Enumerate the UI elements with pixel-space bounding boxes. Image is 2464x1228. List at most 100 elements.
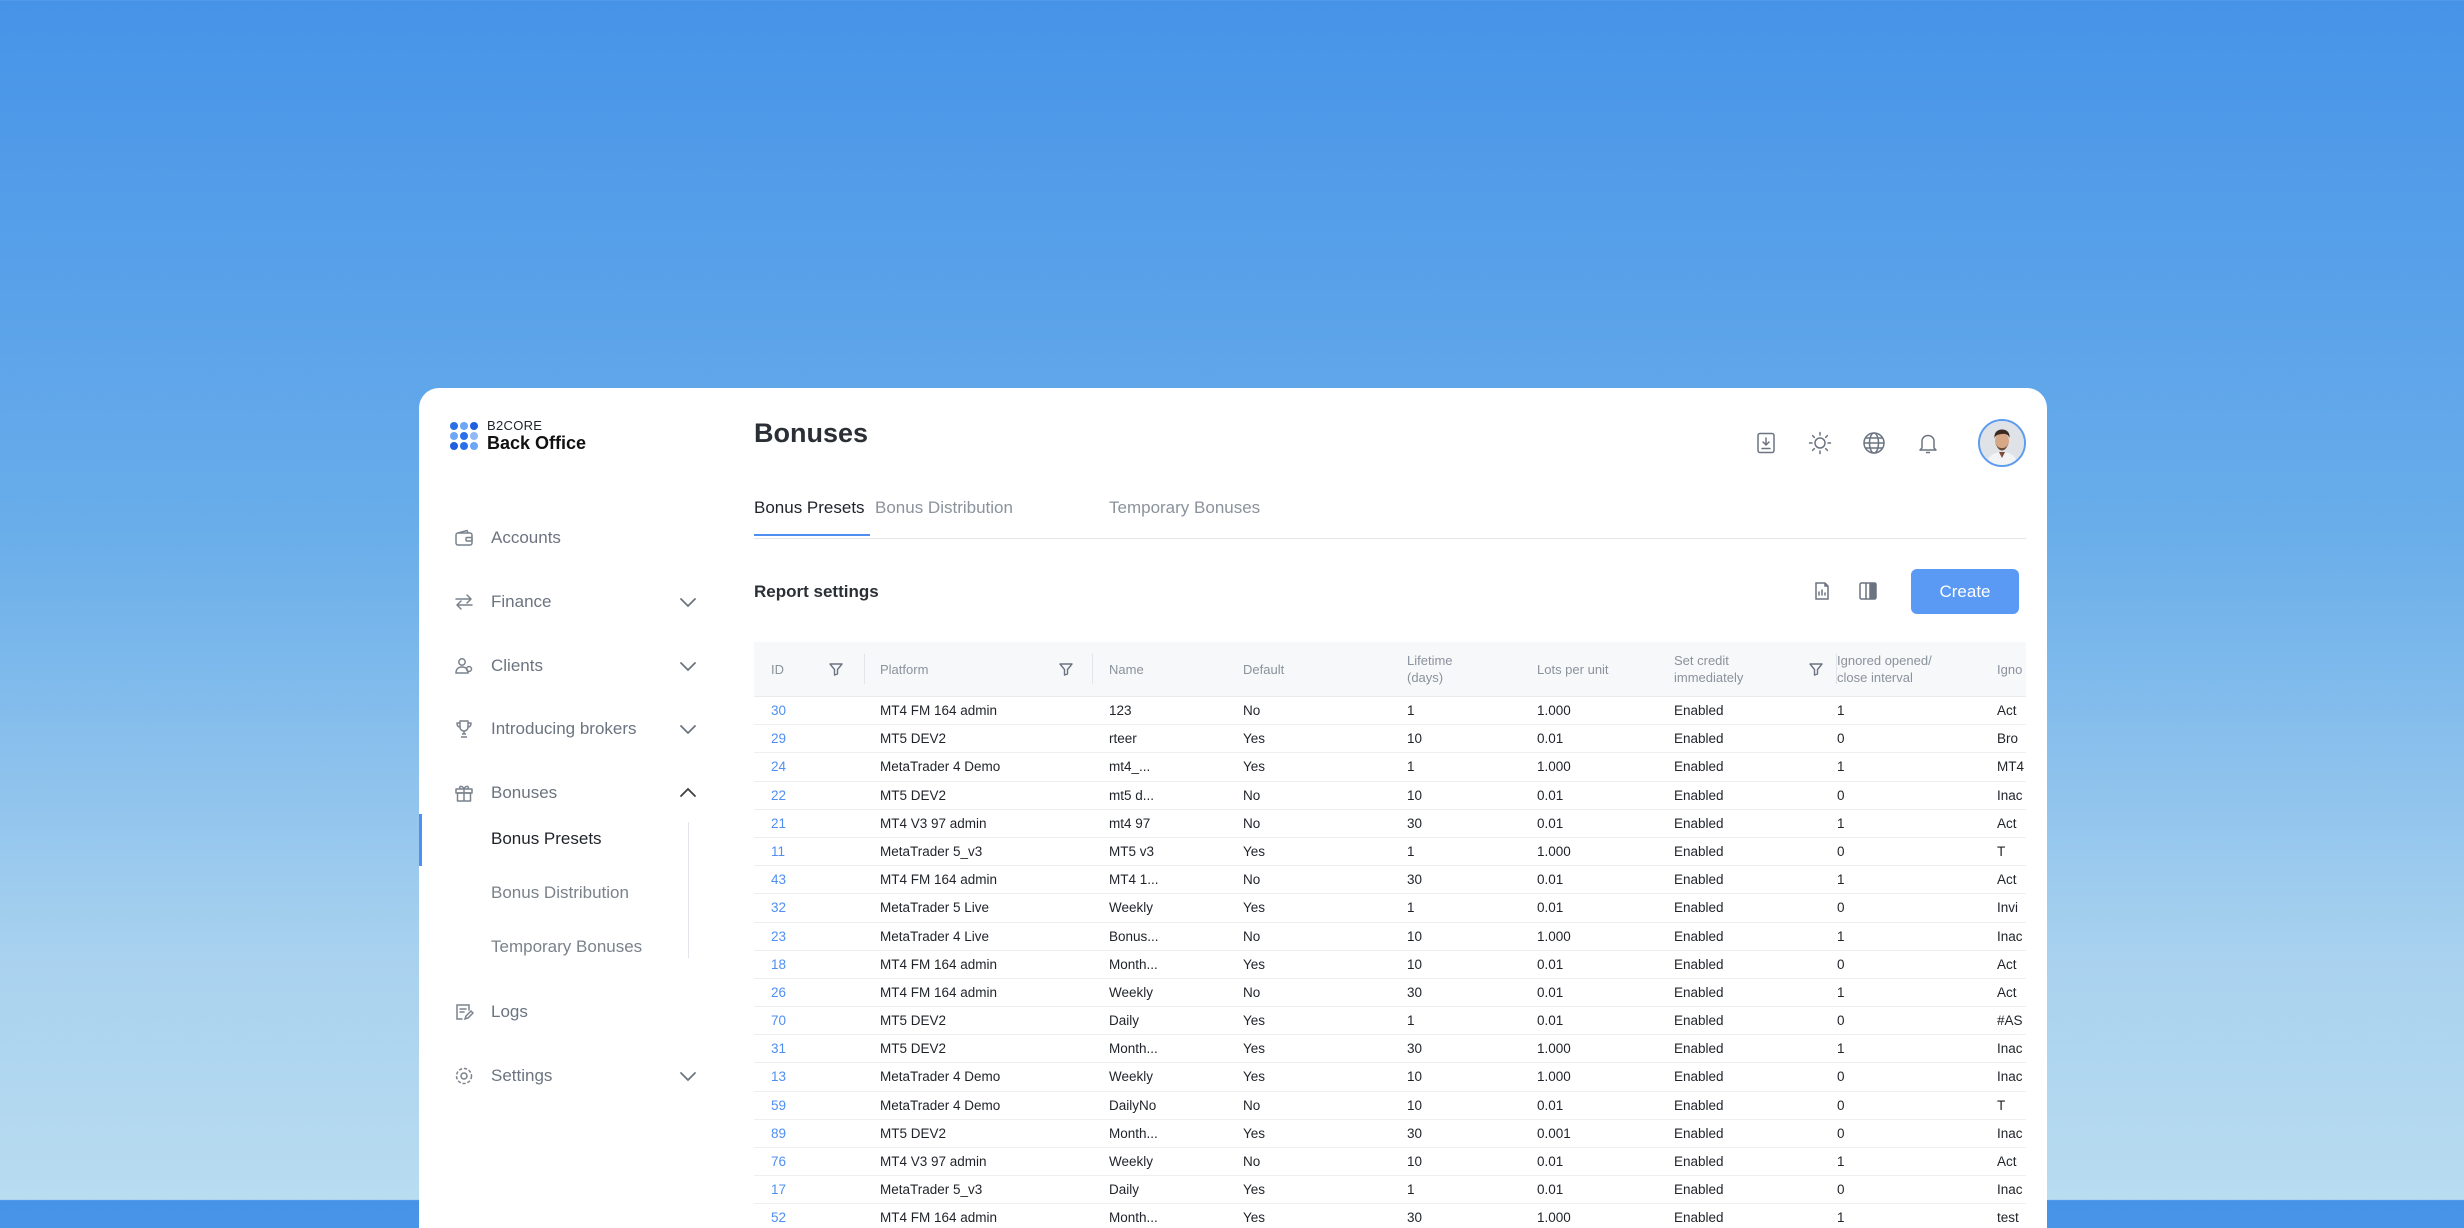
globe-language-icon[interactable]	[1862, 431, 1886, 455]
cell-id[interactable]: 17	[771, 1176, 861, 1203]
table-row[interactable]: 76 MT4 V3 97 admin Weekly No 10 0.01 Enabled 1 A…	[754, 1148, 2026, 1177]
cell-id[interactable]: 29	[771, 725, 861, 752]
filter-icon[interactable]	[828, 661, 844, 677]
table-row[interactable]: 52 MT4 FM 164 admin Month... Yes 30 1.000 Enab…	[754, 1204, 2026, 1228]
cell-lots: 0.01	[1537, 1154, 1564, 1169]
filter-icon[interactable]	[1058, 661, 1074, 677]
cell-ignored: T	[1997, 1097, 2006, 1113]
sidebar-subitem-bonus-distribution[interactable]: Bonus Distribution	[491, 883, 629, 903]
cell-id[interactable]: 89	[771, 1120, 861, 1147]
table-row[interactable]: 89 MT5 DEV2 Month... Yes 30 0.001 Enabled 0 Inac	[754, 1120, 2026, 1148]
cell-lots: 0.01	[1537, 956, 1564, 972]
cell-default: Yes	[1243, 1125, 1266, 1141]
cell-id[interactable]: 18	[771, 951, 861, 978]
b2core-logo-icon	[450, 421, 478, 450]
table-row[interactable]: 32 MetaTrader 5 Live Weekly Yes 1 0.01 Enabled…	[754, 894, 2026, 923]
sidebar-item-bonuses[interactable]: Bonuses	[419, 773, 719, 813]
chevron-up-icon[interactable]	[677, 782, 699, 804]
table-row[interactable]: 11 MetaTrader 5_v3 MT5 v3 Yes 1 1.000 Enabled 0…	[754, 838, 2026, 867]
cell-id[interactable]: 43	[771, 866, 861, 893]
avatar[interactable]	[1978, 419, 2026, 467]
chevron-down-icon[interactable]	[677, 1065, 699, 1087]
cell-lifetime: 1	[1407, 1182, 1415, 1198]
cell-default: No	[1243, 872, 1261, 888]
sidebar-subitem-bonus-presets[interactable]: Bonus Presets	[491, 829, 602, 849]
cell-name: Bonus...	[1109, 928, 1159, 944]
cell-id[interactable]: 59	[771, 1092, 861, 1119]
cell-id[interactable]: 30	[771, 697, 861, 724]
sidebar-item-clients[interactable]: Clients	[419, 646, 719, 686]
bell-notifications-icon[interactable]	[1916, 431, 1940, 455]
table-row[interactable]: 21 MT4 V3 97 admin mt4 97 No 30 0.01 Enabled 1 A…	[754, 810, 2026, 838]
sun-theme-icon[interactable]	[1808, 431, 1832, 455]
columns-layout-icon[interactable]	[1857, 580, 1879, 602]
cell-id[interactable]: 23	[771, 923, 861, 950]
sidebar-item-finance[interactable]: Finance	[419, 582, 719, 622]
table-row[interactable]: 22 MT5 DEV2 mt5 d... No 10 0.01 Enabled 0 Inac	[754, 782, 2026, 810]
cell-id[interactable]: 22	[771, 782, 861, 809]
app-window: B2CORE Back Office Accounts Finance Clie…	[419, 388, 2047, 1228]
chevron-down-icon[interactable]	[677, 591, 699, 613]
cell-id[interactable]: 76	[771, 1148, 861, 1175]
table-row[interactable]: 70 MT5 DEV2 Daily Yes 1 0.01 Enabled 0 #AS	[754, 1007, 2026, 1036]
sidebar-item-introducing-brokers[interactable]: Introducing brokers	[419, 709, 719, 749]
cell-platform: MT4 FM 164 admin	[880, 872, 998, 888]
cell-id[interactable]: 13	[771, 1063, 861, 1090]
sidebar-item-accounts[interactable]: Accounts	[419, 518, 719, 558]
cell-id[interactable]: 52	[771, 1204, 861, 1228]
column-header-name[interactable]: Name	[1109, 642, 1144, 696]
cell-lifetime: 1	[1407, 703, 1415, 718]
tab-temporary-bonuses[interactable]: Temporary Bonuses	[1109, 498, 1260, 518]
column-header-set-credit[interactable]: Set credit immediately	[1674, 642, 1743, 696]
table-row[interactable]: 18 MT4 FM 164 admin Month... Yes 10 0.01 Enabl…	[754, 951, 2026, 979]
cell-name: Month...	[1109, 1041, 1158, 1057]
brand-logo[interactable]: B2CORE Back Office	[450, 419, 586, 452]
column-header-lots-per-unit[interactable]: Lots per unit	[1537, 642, 1609, 696]
cell-id[interactable]: 32	[771, 894, 861, 921]
chevron-down-icon[interactable]	[677, 718, 699, 740]
filter-icon[interactable]	[1808, 661, 1824, 677]
sidebar-subitem-temporary-bonuses[interactable]: Temporary Bonuses	[491, 937, 642, 957]
cell-ignored-interval: 0	[1837, 1182, 1845, 1198]
cell-lots: 0.01	[1537, 984, 1564, 1000]
table-row[interactable]: 17 MetaTrader 5_v3 Daily Yes 1 0.01 Enabled 0 In…	[754, 1176, 2026, 1205]
cell-id[interactable]: 31	[771, 1035, 861, 1062]
chevron-down-icon[interactable]	[677, 655, 699, 677]
column-header-ignored[interactable]: Igno	[1997, 642, 2026, 696]
table-row[interactable]: 59 MetaTrader 4 Demo DailyNo No 10 0.01 Enable…	[754, 1092, 2026, 1120]
cell-id[interactable]: 70	[771, 1007, 861, 1034]
table-row[interactable]: 30 MT4 FM 164 admin 123 No 1 1.000 Enabled 1 Act	[754, 697, 2026, 726]
cell-ignored-interval: 1	[1837, 1041, 1845, 1057]
cell-id[interactable]: 24	[771, 753, 861, 780]
table-row[interactable]: 23 MetaTrader 4 Live Bonus... No 10 1.000 Enab…	[754, 923, 2026, 951]
trophy-icon	[456, 720, 472, 738]
column-header-lifetime[interactable]: Lifetime (days)	[1407, 642, 1453, 696]
cell-id[interactable]: 11	[771, 838, 861, 865]
create-button[interactable]: Create	[1911, 569, 2019, 614]
tab-bonus-distribution[interactable]: Bonus Distribution	[875, 498, 1013, 518]
sidebar-item-logs[interactable]: Logs	[419, 992, 719, 1032]
tab-bonus-presets[interactable]: Bonus Presets	[754, 498, 865, 518]
table-body: 30 MT4 FM 164 admin 123 No 1 1.000 Enabled 1 Act…	[754, 697, 2026, 1228]
column-header-platform[interactable]: Platform	[880, 642, 928, 696]
table-row[interactable]: 31 MT5 DEV2 Month... Yes 30 1.000 Enabled 1 Inac	[754, 1035, 2026, 1064]
table-row[interactable]: 43 MT4 FM 164 admin MT4 1... No 30 0.01 Enable…	[754, 866, 2026, 895]
sidebar-item-settings[interactable]: Settings	[419, 1056, 719, 1096]
cell-ignored-interval: 0	[1837, 1125, 1845, 1141]
export-report-icon[interactable]	[1811, 580, 1833, 602]
cell-platform: MT5 DEV2	[880, 731, 947, 747]
table-row[interactable]: 13 MetaTrader 4 Demo Weekly Yes 10 1.000 Enabl…	[754, 1063, 2026, 1092]
table-row[interactable]: 24 MetaTrader 4 Demo mt4_... Yes 1 1.000 Enabl…	[754, 753, 2026, 782]
table-row[interactable]: 26 MT4 FM 164 admin Weekly No 30 0.01 Enabled 1…	[754, 979, 2026, 1008]
cell-ignored: Bro	[1997, 731, 2019, 747]
column-header-default[interactable]: Default	[1243, 642, 1284, 696]
column-header-ignored-interval[interactable]: Ignored opened/ close interval	[1837, 642, 1977, 696]
column-header-id[interactable]: ID	[771, 642, 784, 696]
cell-lots: 1.000	[1537, 1041, 1571, 1057]
cell-ignored: Act	[1997, 815, 2017, 831]
table-row[interactable]: 29 MT5 DEV2 rteer Yes 10 0.01 Enabled 0 Bro	[754, 725, 2026, 754]
download-document-icon[interactable]	[1754, 431, 1778, 455]
cell-id[interactable]: 21	[771, 810, 861, 837]
cell-id[interactable]: 26	[771, 979, 861, 1006]
cell-platform: MT4 V3 97 admin	[880, 1154, 987, 1169]
